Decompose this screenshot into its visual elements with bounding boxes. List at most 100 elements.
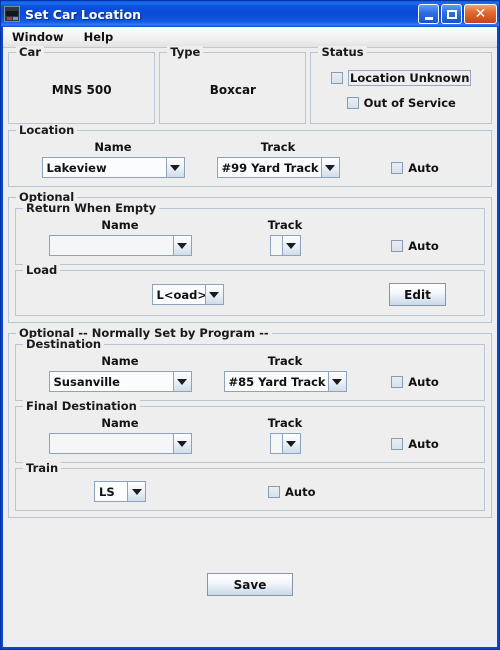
load-value: L<oad> [152, 285, 205, 304]
train-auto-label: Auto [285, 484, 316, 499]
train-value: LS [95, 482, 127, 501]
rwe-name-combo[interactable] [48, 235, 192, 256]
rwe-name-value [49, 236, 173, 255]
location-panel: Location Name Lakeview Track #99 Yard Tr… [8, 124, 492, 187]
car-panel-title: Car [16, 46, 44, 58]
location-auto-checkbox[interactable]: Auto [391, 161, 439, 175]
chevron-down-icon[interactable] [172, 372, 191, 391]
close-button[interactable]: ✕ [464, 4, 497, 24]
final-destination-track-value [270, 434, 282, 453]
location-name-value: Lakeview [42, 158, 166, 177]
edit-load-button[interactable]: Edit [389, 283, 446, 306]
final-destination-name-combo[interactable] [48, 433, 192, 454]
status-panel: Status Location Unknown Out of Service [310, 46, 492, 124]
train-auto-checkbox[interactable]: Auto [268, 485, 316, 499]
location-name-combo[interactable]: Lakeview [41, 157, 185, 178]
final-destination-auto-checkbox[interactable]: Auto [391, 437, 439, 451]
checkbox-box [391, 376, 404, 388]
window-controls: ✕ [418, 4, 497, 24]
location-panel-title: Location [16, 124, 78, 136]
final-destination-track-header: Track [267, 416, 303, 430]
location-track-value: #99 Yard Track [217, 158, 321, 177]
final-destination-name-value [49, 434, 173, 453]
maximize-icon [446, 9, 457, 19]
close-icon: ✕ [474, 6, 487, 22]
chevron-down-icon[interactable] [320, 158, 339, 177]
rwe-auto-checkbox[interactable]: Auto [391, 239, 439, 253]
load-combo[interactable]: L<oad> [151, 284, 224, 305]
rwe-auto-label: Auto [408, 239, 439, 253]
destination-name-combo[interactable]: Susanville [48, 371, 192, 392]
destination-auto-label: Auto [408, 375, 439, 389]
summary-row: Car MNS 500 Type Boxcar Status Location … [8, 46, 492, 124]
destination-panel-title: Destination [23, 338, 105, 350]
final-destination-panel: Final Destination Name Track Auto [15, 400, 485, 463]
destination-fields: Name Susanville Track #85 Yard Track Aut… [20, 354, 480, 392]
out-of-service-checkbox[interactable]: Out of Service [346, 95, 456, 110]
chevron-down-icon[interactable] [281, 434, 300, 453]
location-name-header: Name [94, 140, 132, 154]
checkbox-box [268, 485, 280, 498]
rwe-track-value [270, 236, 282, 255]
chevron-down-icon[interactable] [127, 482, 145, 501]
location-auto-label: Auto [408, 161, 439, 175]
train-fields: LS Auto [20, 478, 480, 505]
maximize-button[interactable] [441, 4, 462, 24]
load-panel-title: Load [23, 264, 61, 276]
destination-track-combo[interactable]: #85 Yard Track [223, 371, 347, 392]
final-destination-auto-label: Auto [408, 437, 439, 451]
locomotive-icon [4, 6, 20, 22]
footer-bar: Save [8, 522, 492, 647]
out-of-service-label: Out of Service [363, 95, 456, 110]
chevron-down-icon[interactable] [172, 434, 191, 453]
return-when-empty-panel: Return When Empty Name Track Auto [15, 202, 485, 265]
return-when-empty-fields: Name Track Auto [20, 218, 480, 256]
chevron-down-icon[interactable] [327, 372, 346, 391]
type-panel: Type Boxcar [159, 46, 307, 124]
final-destination-panel-title: Final Destination [23, 400, 140, 412]
checkbox-box [331, 71, 344, 84]
chevron-down-icon[interactable] [165, 158, 184, 177]
form-content: Car MNS 500 Type Boxcar Status Location … [3, 46, 497, 647]
car-value: MNS 500 [51, 83, 112, 97]
type-value: Boxcar [209, 83, 256, 97]
save-button[interactable]: Save [206, 573, 294, 596]
destination-panel: Destination Name Susanville Track #85 Ya… [15, 338, 485, 401]
final-destination-fields: Name Track Auto [20, 416, 480, 454]
load-panel: Load L<oad> Edit [15, 264, 485, 316]
location-unknown-checkbox[interactable]: Location Unknown [331, 69, 472, 86]
final-destination-track-combo[interactable] [269, 433, 301, 454]
train-panel: Train LS Auto [15, 462, 485, 511]
title-bar[interactable]: Set Car Location ✕ [1, 1, 499, 27]
rwe-track-header: Track [267, 218, 303, 232]
program-panel: Optional -- Normally Set by Program -- D… [8, 327, 492, 518]
window-title: Set Car Location [25, 6, 142, 22]
menu-bar: Window Help [3, 27, 497, 48]
train-combo[interactable]: LS [94, 481, 146, 502]
client-area: Window Help Car MNS 500 Type Boxcar Stat… [3, 27, 497, 647]
chevron-down-icon[interactable] [281, 236, 300, 255]
optional-panel: Optional Return When Empty Name Track Au… [8, 191, 492, 323]
destination-track-value: #85 Yard Track [224, 372, 328, 391]
rwe-name-header: Name [101, 218, 139, 232]
application-window: Set Car Location ✕ Window Help Car MNS 5… [0, 0, 500, 650]
final-destination-name-header: Name [101, 416, 139, 430]
chevron-down-icon[interactable] [172, 236, 191, 255]
menu-help[interactable]: Help [82, 28, 122, 46]
location-track-header: Track [260, 140, 296, 154]
load-fields: L<oad> Edit [20, 280, 480, 310]
car-panel: Car MNS 500 [8, 46, 156, 124]
location-track-combo[interactable]: #99 Yard Track [216, 157, 340, 178]
status-panel-title: Status [318, 46, 367, 58]
checkbox-box [391, 240, 404, 252]
rwe-track-combo[interactable] [269, 235, 301, 256]
destination-track-header: Track [267, 354, 303, 368]
location-fields: Name Lakeview Track #99 Yard Track Auto [13, 140, 487, 178]
train-panel-title: Train [23, 462, 62, 474]
menu-window[interactable]: Window [10, 28, 72, 46]
checkbox-box [391, 438, 404, 450]
destination-auto-checkbox[interactable]: Auto [391, 375, 439, 389]
chevron-down-icon[interactable] [204, 285, 223, 304]
type-panel-title: Type [167, 46, 204, 58]
minimize-button[interactable] [418, 4, 439, 24]
